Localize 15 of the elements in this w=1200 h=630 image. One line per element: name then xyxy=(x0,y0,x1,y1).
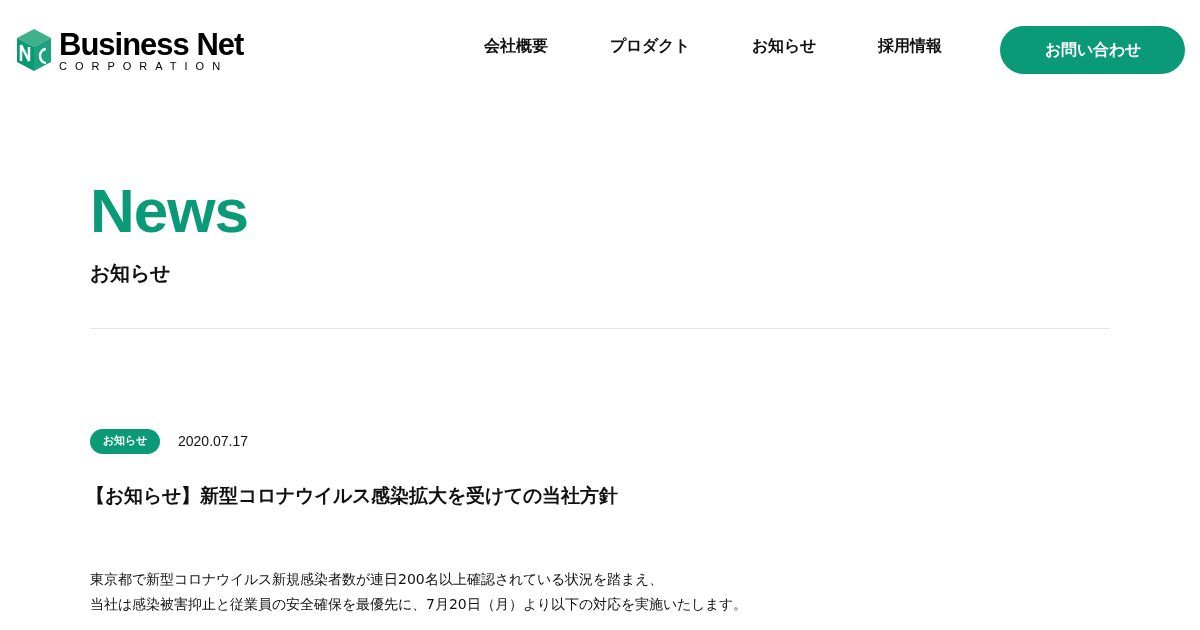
category-tag[interactable]: お知らせ xyxy=(90,429,160,454)
article-date: 2020.07.17 xyxy=(178,432,249,451)
nav-link[interactable]: 会社概要 xyxy=(453,34,580,58)
nav-link[interactable]: 採用情報 xyxy=(847,34,974,58)
article-title: 【お知らせ】新型コロナウイルス感染拡大を受けての当社方針 xyxy=(86,483,619,508)
body-text-line: 当社は感染被害抑止と従業員の安全確保を最優先に、7月20日（月）より以下の対応を実施いたします。 xyxy=(90,594,748,614)
nav-link[interactable]: お知らせ xyxy=(721,34,848,58)
logo-wordmark[interactable]: Business Net xyxy=(59,28,244,60)
page-subtitle: お知らせ xyxy=(90,260,171,287)
page-title: News xyxy=(90,180,249,242)
logo-subtitle: CORPORATION xyxy=(59,60,230,72)
contact-button[interactable]: お問い合わせ xyxy=(1000,26,1185,74)
body-text-line: 東京都で新型コロナウイルス新規感染者数が連日200名以上確認されている状況を踏まえ、 xyxy=(90,569,664,589)
cube-logo-icon xyxy=(15,27,53,73)
nav-link[interactable]: プロダクト xyxy=(579,34,722,58)
